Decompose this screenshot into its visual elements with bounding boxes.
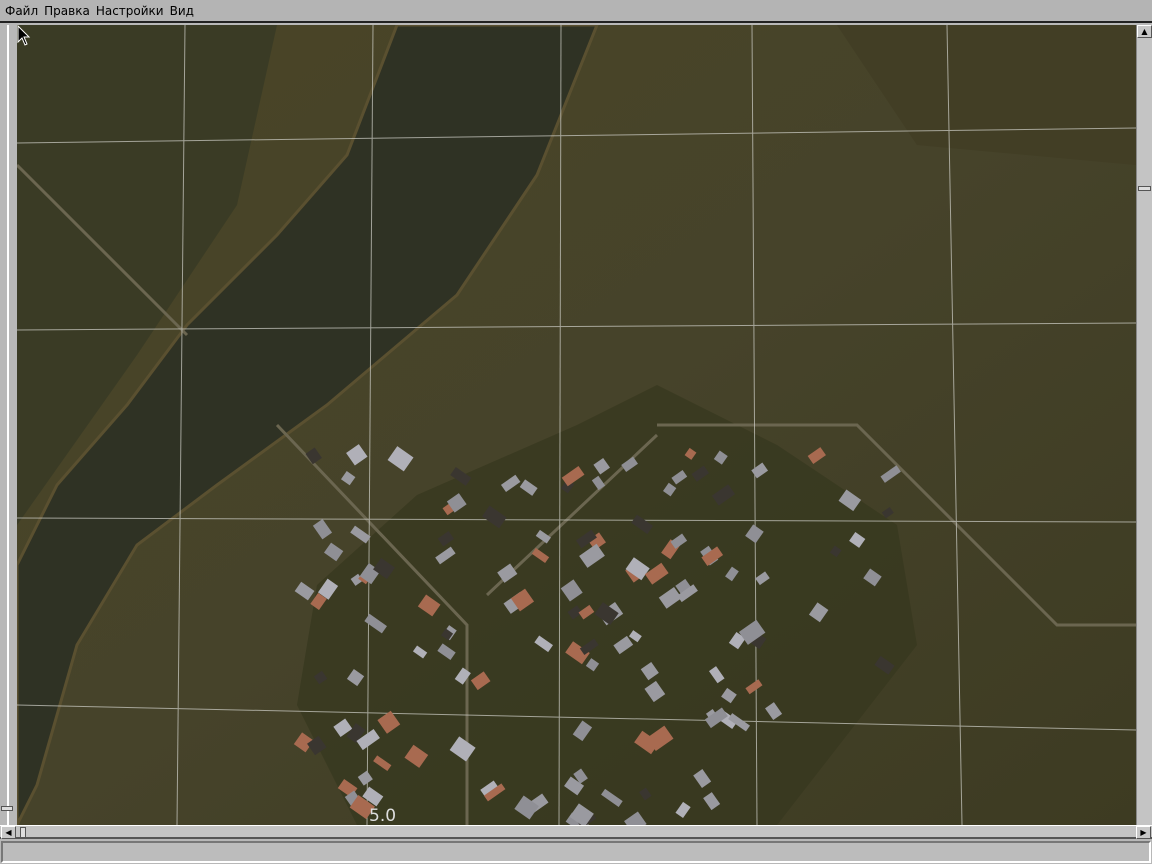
menu-edit[interactable]: Правка [44, 4, 90, 18]
zoom-slider-handle[interactable] [1, 806, 13, 811]
map-viewport[interactable]: 5.0 [17, 25, 1136, 825]
horizontal-scrollbar[interactable]: ◀ ▶ [0, 825, 1152, 839]
horizontal-scroll-thumb[interactable] [20, 827, 26, 838]
zoom-slider[interactable] [0, 25, 17, 825]
arrow-cursor-icon [17, 25, 31, 46]
vertical-scroll-thumb[interactable] [1138, 186, 1151, 191]
vertical-scrollbar[interactable]: ▲ [1136, 25, 1152, 825]
menu-settings[interactable]: Настройки [96, 4, 164, 18]
menu-bar: Файл Правка Настройки Вид [0, 0, 1152, 23]
zoom-slider-track [7, 25, 9, 825]
scroll-right-button[interactable]: ▶ [1136, 826, 1151, 839]
menu-view[interactable]: Вид [170, 4, 194, 18]
scroll-up-button[interactable]: ▲ [1137, 25, 1152, 38]
satellite-map [17, 25, 1136, 825]
scroll-left-button[interactable]: ◀ [1, 826, 16, 839]
status-bar [1, 841, 1151, 863]
grid-scale-label: 5.0 [369, 806, 397, 825]
menu-file[interactable]: Файл [5, 4, 38, 18]
